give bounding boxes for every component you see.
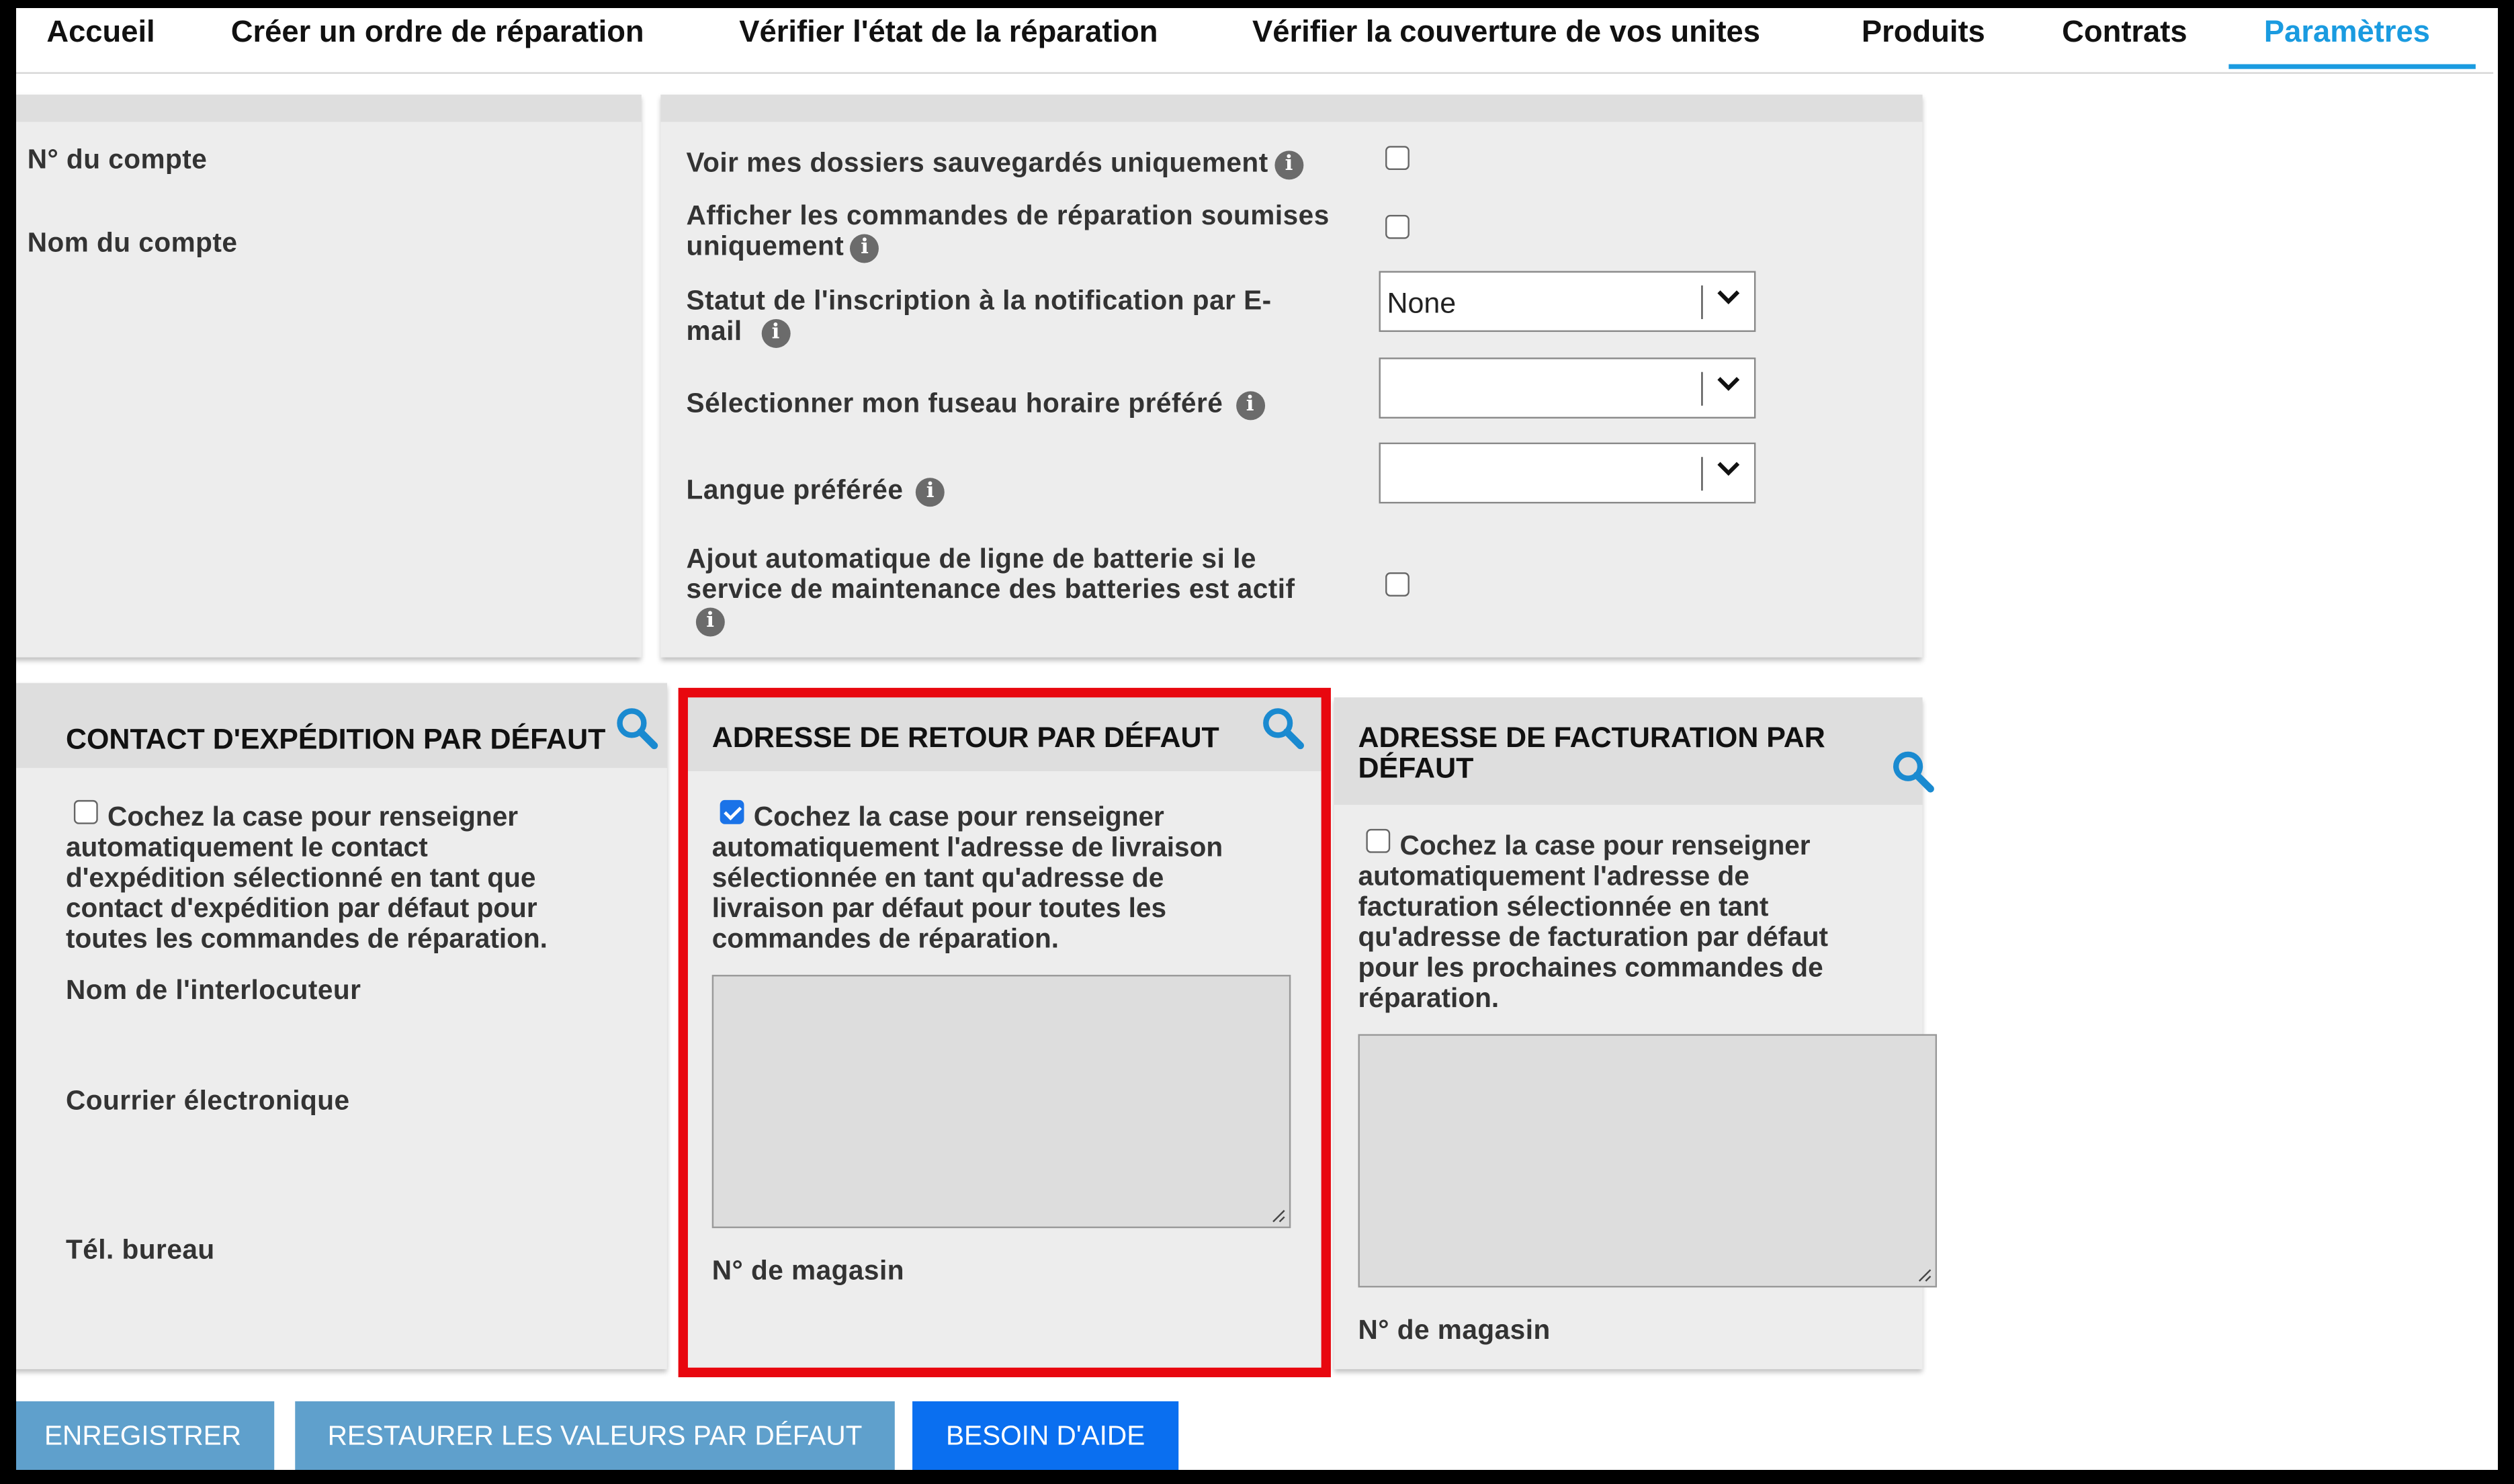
submitted-orders-row: Afficher les commandes de réparation sou… bbox=[686, 200, 1330, 263]
timezone-label: Sélectionner mon fuseau horaire préféré bbox=[686, 388, 1223, 419]
shipping-contact-title: CONTACT D'EXPÉDITION PAR DÉFAUT bbox=[65, 723, 606, 756]
submitted-orders-label-line1: Afficher les commandes de réparation sou… bbox=[686, 200, 1330, 231]
app-window: Accueil Créer un ordre de réparation Vér… bbox=[16, 8, 2498, 1470]
help-button[interactable]: BESOIN D'AIDE bbox=[912, 1401, 1179, 1470]
chevron-down-icon bbox=[1717, 377, 1740, 391]
tab-verifier-etat[interactable]: Vérifier l'état de la réparation bbox=[739, 16, 1158, 52]
select-divider bbox=[1701, 285, 1703, 319]
info-icon[interactable]: i bbox=[850, 233, 879, 263]
language-label: Langue préférée bbox=[686, 474, 904, 505]
billing-address-textarea[interactable] bbox=[1358, 1034, 1938, 1288]
description-line: réparation. bbox=[1358, 982, 1500, 1014]
tab-produits[interactable]: Produits bbox=[1862, 16, 1985, 52]
language-row: Langue préférée i bbox=[686, 474, 945, 507]
email-status-label-line1: Statut de l'inscription à la notificatio… bbox=[686, 285, 1272, 316]
submitted-orders-checkbox[interactable] bbox=[1385, 214, 1410, 239]
title-line: DÉFAUT bbox=[1358, 752, 1474, 785]
email-status-row: Statut de l'inscription à la notificatio… bbox=[687, 286, 1272, 347]
top-nav: Accueil Créer un ordre de réparation Vér… bbox=[16, 8, 2494, 74]
description-line: contact d'expédition par défaut pour bbox=[65, 893, 537, 924]
billing-address-panel: ADRESSE DE FACTURATION PAR DÉFAUT Cochez… bbox=[1334, 697, 1938, 1370]
contact-name-label: Nom de l'interlocuteur bbox=[65, 975, 361, 1006]
billing-address-description: Cochez la case pour renseigner automatiq… bbox=[1358, 830, 1919, 1013]
preferences-panel: Voir mes dossiers sauvegardés uniquement… bbox=[660, 94, 1923, 658]
language-select[interactable] bbox=[1379, 442, 1756, 504]
office-phone-label: Tél. bureau bbox=[65, 1234, 215, 1266]
shipping-contact-panel: CONTACT D'EXPÉDITION PAR DÉFAUT Cochez l… bbox=[16, 683, 667, 1370]
description-line: facturation sélectionnée en tant bbox=[1358, 891, 1769, 922]
saved-files-row: Voir mes dossiers sauvegardés uniquement… bbox=[687, 148, 1304, 179]
info-icon[interactable]: i bbox=[695, 607, 725, 636]
saved-files-checkbox[interactable] bbox=[1385, 146, 1410, 171]
email-status-value: None bbox=[1387, 287, 1457, 319]
battery-checkbox[interactable] bbox=[1385, 572, 1410, 597]
shipping-contact-description: Cochez la case pour renseigner automatiq… bbox=[66, 801, 643, 954]
battery-label-line1: Ajout automatique de ligne de batterie s… bbox=[686, 543, 1256, 574]
highlight-frame bbox=[678, 687, 1331, 1378]
account-number-label: N° du compte bbox=[27, 144, 208, 175]
timezone-row: Sélectionner mon fuseau horaire préféré i bbox=[687, 388, 1265, 420]
search-icon[interactable] bbox=[1891, 749, 1936, 794]
tab-creer-ordre[interactable]: Créer un ordre de réparation bbox=[231, 16, 644, 52]
tab-contrats[interactable]: Contrats bbox=[2062, 16, 2187, 52]
battery-row: Ajout automatique de ligne de batterie s… bbox=[687, 543, 1295, 636]
info-icon[interactable]: i bbox=[761, 318, 791, 347]
info-icon[interactable]: i bbox=[916, 477, 945, 507]
info-icon[interactable]: i bbox=[1274, 150, 1304, 179]
description-line: automatiquement l'adresse de bbox=[1358, 861, 1749, 891]
saved-files-label: Voir mes dossiers sauvegardés uniquement bbox=[686, 147, 1268, 178]
resize-grip-icon[interactable] bbox=[1916, 1266, 1932, 1282]
chevron-down-icon bbox=[1717, 462, 1740, 476]
description-line: qu'adresse de facturation par défaut bbox=[1358, 922, 1829, 953]
description-line: Cochez la case pour renseigner bbox=[1399, 830, 1811, 861]
active-tab-indicator bbox=[2228, 64, 2476, 69]
panel-header-bar bbox=[16, 94, 642, 122]
email-status-select[interactable]: None bbox=[1379, 271, 1756, 333]
billing-store-number-label: N° de magasin bbox=[1358, 1314, 1551, 1346]
panel-header-bar bbox=[660, 94, 1923, 122]
account-name-label: Nom du compte bbox=[27, 227, 238, 259]
select-divider bbox=[1701, 372, 1703, 406]
description-line: automatiquement le contact bbox=[65, 832, 428, 863]
account-panel: N° du compte Nom du compte bbox=[16, 94, 642, 658]
info-icon[interactable]: i bbox=[1236, 390, 1265, 420]
tab-verifier-couverture[interactable]: Vérifier la couverture de vos unites bbox=[1252, 16, 1760, 52]
description-line: d'expédition sélectionné en tant que bbox=[65, 863, 536, 893]
tab-parametres[interactable]: Paramètres bbox=[2264, 16, 2430, 52]
search-icon[interactable] bbox=[614, 705, 659, 750]
scaled-page: Accueil Créer un ordre de réparation Vér… bbox=[16, 8, 2498, 1470]
email-label: Courrier électronique bbox=[65, 1085, 350, 1117]
description-line: toutes les commandes de réparation. bbox=[65, 923, 548, 955]
tab-accueil[interactable]: Accueil bbox=[46, 16, 155, 52]
save-button[interactable]: ENREGISTRER bbox=[16, 1401, 275, 1470]
email-status-label-line2: mail bbox=[686, 316, 742, 347]
timezone-select[interactable] bbox=[1379, 357, 1756, 419]
select-divider bbox=[1701, 457, 1703, 491]
title-line: ADRESSE DE FACTURATION PAR bbox=[1358, 721, 1825, 754]
description-line: pour les prochaines commandes de bbox=[1358, 952, 1823, 983]
battery-label-line2: service de maintenance des batteries est… bbox=[686, 574, 1295, 605]
chevron-down-icon bbox=[1717, 290, 1740, 304]
description-line: Cochez la case pour renseigner bbox=[107, 801, 519, 832]
restore-defaults-button[interactable]: RESTAURER LES VALEURS PAR DÉFAUT bbox=[295, 1401, 895, 1470]
submitted-orders-label-line2: uniquement bbox=[686, 230, 844, 262]
billing-address-title: ADRESSE DE FACTURATION PAR DÉFAUT bbox=[1358, 721, 1825, 785]
